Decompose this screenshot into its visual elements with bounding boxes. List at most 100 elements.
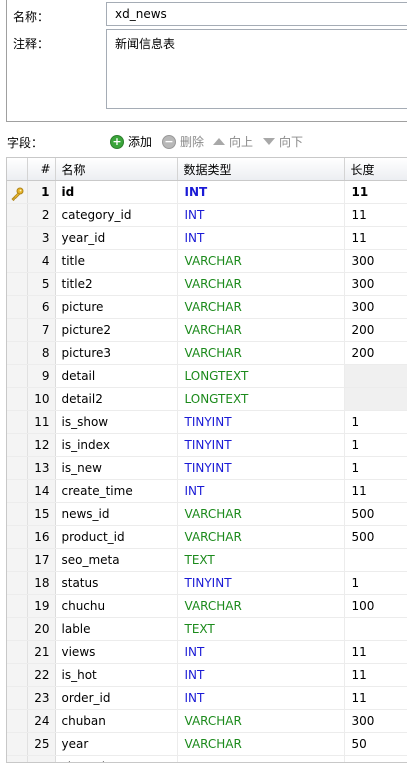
field-row[interactable]: 20 lable TEXT — [7, 617, 407, 641]
field-name-cell[interactable]: is_index — [55, 433, 178, 457]
field-row[interactable]: 3 year_id INT 11 — [7, 226, 407, 250]
field-name-cell[interactable]: create_time — [55, 479, 178, 503]
field-name-cell[interactable]: lable — [55, 617, 178, 641]
field-name-cell[interactable]: year_id — [55, 226, 178, 250]
field-type-cell[interactable]: VARCHAR — [177, 295, 345, 319]
field-name-cell[interactable]: chuchu — [55, 594, 178, 618]
field-length-cell[interactable]: 11 — [344, 640, 407, 664]
field-length-cell[interactable]: 300 — [344, 709, 407, 733]
field-name-cell[interactable]: news_id — [55, 502, 178, 526]
field-type-cell[interactable]: VARCHAR — [177, 318, 345, 342]
field-row[interactable]: 26site_urlVARCHAR300 — [7, 755, 407, 762]
field-row[interactable]: 11 is_show TINYINT 1 — [7, 410, 407, 434]
field-name-cell[interactable]: seo_meta — [55, 548, 178, 572]
field-name-cell[interactable]: product_id — [55, 525, 178, 549]
field-length-cell[interactable]: 500 — [344, 525, 407, 549]
num-column-header[interactable]: # — [27, 158, 56, 181]
name-column-header[interactable]: 名称 — [55, 158, 178, 181]
field-row[interactable]: 22 is_hot INT 11 — [7, 663, 407, 687]
type-column-header[interactable]: 数据类型 — [177, 158, 345, 181]
field-type-cell[interactable]: INT — [177, 203, 345, 227]
field-type-cell[interactable]: TINYINT — [177, 456, 345, 480]
field-row[interactable]: 5 title2 VARCHAR 300 — [7, 272, 407, 296]
field-length-cell[interactable] — [344, 387, 407, 411]
field-row[interactable]: 2 category_id INT 11 — [7, 203, 407, 227]
field-type-cell[interactable]: TINYINT — [177, 433, 345, 457]
field-length-cell[interactable]: 11 — [344, 479, 407, 503]
field-length-cell[interactable]: 1 — [344, 410, 407, 434]
field-row[interactable]: 19 chuchu VARCHAR 100 — [7, 594, 407, 618]
field-type-cell[interactable]: INT — [177, 686, 345, 710]
field-row[interactable]: 7 picture2 VARCHAR 200 — [7, 318, 407, 342]
field-length-cell[interactable]: 300 — [344, 249, 407, 273]
field-type-cell[interactable]: TINYINT — [177, 410, 345, 434]
field-type-cell[interactable]: VARCHAR — [177, 732, 345, 756]
field-type-cell[interactable]: INT — [177, 663, 345, 687]
field-name-cell[interactable]: is_hot — [55, 663, 178, 687]
field-row[interactable]: 14 create_time INT 11 — [7, 479, 407, 503]
field-type-cell[interactable]: VARCHAR — [177, 755, 345, 762]
field-type-cell[interactable]: INT — [177, 640, 345, 664]
add-field-button[interactable]: + 添加 — [110, 133, 152, 150]
field-row[interactable]: 13 is_new TINYINT 1 — [7, 456, 407, 480]
field-row[interactable]: 1 id INT 11 — [7, 180, 407, 204]
field-length-cell[interactable]: 11 — [344, 203, 407, 227]
field-name-cell[interactable]: status — [55, 571, 178, 595]
field-row[interactable]: 25 year VARCHAR 50 — [7, 732, 407, 756]
field-length-cell[interactable]: 11 — [344, 663, 407, 687]
field-name-cell[interactable]: site_url — [55, 755, 178, 762]
field-type-cell[interactable]: TINYINT — [177, 571, 345, 595]
field-type-cell[interactable]: INT — [177, 479, 345, 503]
field-length-cell[interactable]: 300 — [344, 755, 407, 762]
field-row[interactable]: 18 status TINYINT 1 — [7, 571, 407, 595]
table-name-input[interactable]: xd_news — [106, 2, 407, 26]
field-length-cell[interactable] — [344, 548, 407, 572]
table-comment-input[interactable]: 新闻信息表 — [106, 29, 407, 109]
field-type-cell[interactable]: VARCHAR — [177, 709, 345, 733]
field-type-cell[interactable]: VARCHAR — [177, 272, 345, 296]
field-length-cell[interactable]: 100 — [344, 594, 407, 618]
field-length-cell[interactable]: 11 — [344, 686, 407, 710]
field-name-cell[interactable]: is_new — [55, 456, 178, 480]
field-length-cell[interactable]: 200 — [344, 341, 407, 365]
field-type-cell[interactable]: VARCHAR — [177, 341, 345, 365]
field-name-cell[interactable]: chuban — [55, 709, 178, 733]
field-name-cell[interactable]: year — [55, 732, 178, 756]
move-up-button[interactable]: 向上 — [213, 133, 253, 150]
field-length-cell[interactable]: 300 — [344, 272, 407, 296]
field-length-cell[interactable]: 50 — [344, 732, 407, 756]
field-length-cell[interactable]: 11 — [344, 180, 407, 204]
field-name-cell[interactable]: picture — [55, 295, 178, 319]
field-type-cell[interactable]: LONGTEXT — [177, 364, 345, 388]
delete-field-button[interactable]: − 删除 — [162, 133, 204, 150]
field-row[interactable]: 10 detail2 LONGTEXT — [7, 387, 407, 411]
field-name-cell[interactable]: order_id — [55, 686, 178, 710]
field-row[interactable]: 23 order_id INT 11 — [7, 686, 407, 710]
field-type-cell[interactable]: VARCHAR — [177, 525, 345, 549]
field-name-cell[interactable]: picture2 — [55, 318, 178, 342]
field-length-cell[interactable]: 1 — [344, 456, 407, 480]
field-row[interactable]: 17 seo_meta TEXT — [7, 548, 407, 572]
field-row[interactable]: 15 news_id VARCHAR 500 — [7, 502, 407, 526]
field-row[interactable]: 6 picture VARCHAR 300 — [7, 295, 407, 319]
field-row[interactable]: 9 detail LONGTEXT — [7, 364, 407, 388]
field-length-cell[interactable]: 11 — [344, 226, 407, 250]
field-type-cell[interactable]: VARCHAR — [177, 594, 345, 618]
field-length-cell[interactable]: 1 — [344, 433, 407, 457]
field-length-cell[interactable]: 300 — [344, 295, 407, 319]
field-name-cell[interactable]: title — [55, 249, 178, 273]
field-type-cell[interactable]: INT — [177, 180, 345, 204]
field-row[interactable]: 16 product_id VARCHAR 500 — [7, 525, 407, 549]
field-length-cell[interactable]: 500 — [344, 502, 407, 526]
field-type-cell[interactable]: TEXT — [177, 617, 345, 641]
field-name-cell[interactable]: views — [55, 640, 178, 664]
field-type-cell[interactable]: INT — [177, 226, 345, 250]
field-row[interactable]: 12 is_index TINYINT 1 — [7, 433, 407, 457]
field-name-cell[interactable]: detail — [55, 364, 178, 388]
move-down-button[interactable]: 向下 — [263, 133, 303, 150]
field-name-cell[interactable]: id — [55, 180, 178, 204]
field-type-cell[interactable]: VARCHAR — [177, 502, 345, 526]
field-row[interactable]: 8 picture3 VARCHAR 200 — [7, 341, 407, 365]
field-length-cell[interactable]: 200 — [344, 318, 407, 342]
field-name-cell[interactable]: is_show — [55, 410, 178, 434]
